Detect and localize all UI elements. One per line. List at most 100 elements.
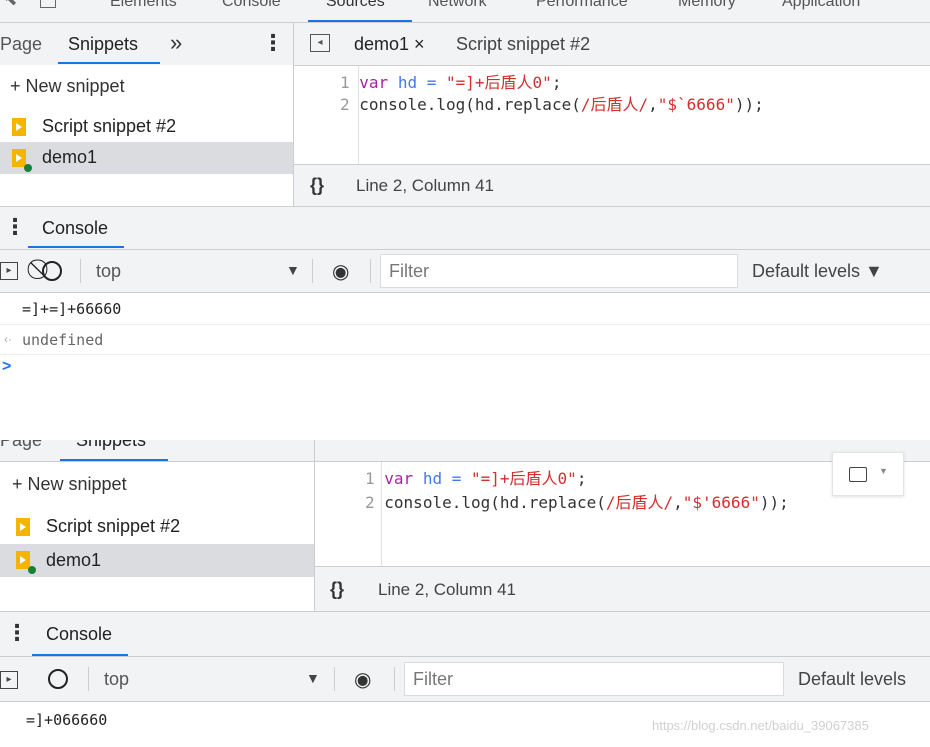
snippet-item-script-snippet-2[interactable]: Script snippet #2	[0, 112, 293, 142]
snippet-file-icon	[12, 149, 26, 167]
navigator-menu-icon[interactable]: ⋮	[262, 30, 284, 56]
divider	[0, 701, 930, 702]
console-return-value: undefined	[22, 331, 104, 349]
drawer-tabbar	[0, 207, 930, 249]
code-text: console.log(hd.replace(	[359, 95, 581, 114]
device-icon[interactable]	[40, 0, 56, 8]
code-editor[interactable]: 1 var hd = "=]+后盾人0"; 2 console.log(hd.r…	[294, 66, 930, 164]
context-selector[interactable]: top	[104, 669, 129, 690]
nav-tab-page[interactable]: Page	[0, 440, 42, 451]
snippet-label: demo1	[46, 550, 102, 570]
snippet-file-icon	[12, 118, 26, 136]
new-snippet-button[interactable]: + New snippet	[12, 474, 127, 495]
pretty-print-icon[interactable]: {}	[330, 579, 344, 600]
editor-tab-demo1[interactable]: demo1 ×	[354, 34, 425, 55]
tab-elements[interactable]: Elements	[110, 0, 177, 11]
console-output-line: =]+=]+66660	[22, 300, 122, 318]
tab-performance[interactable]: Performance	[536, 0, 628, 11]
return-value-icon: ‹·	[4, 332, 12, 346]
line-number: 1	[365, 469, 375, 488]
log-levels-dropdown[interactable]: Default levels	[798, 669, 906, 690]
drawer-tab-console[interactable]: Console	[46, 624, 112, 645]
eye-icon[interactable]: ◉	[332, 259, 349, 284]
new-snippet-button[interactable]: + New snippet	[10, 76, 125, 97]
show-sidebar-icon[interactable]: ▸	[0, 262, 18, 280]
context-selector[interactable]: top	[96, 261, 121, 282]
console-prompt[interactable]: >	[2, 358, 11, 376]
divider	[80, 259, 81, 283]
watermark: https://blog.csdn.net/baidu_39067385	[652, 718, 869, 733]
snippet-label: demo1	[42, 147, 98, 167]
image-icon	[849, 467, 867, 482]
inspect-icon[interactable]: ⬉	[4, 0, 17, 10]
snippet-item-demo1[interactable]: demo1	[0, 544, 314, 577]
punctuation: ,	[648, 95, 658, 114]
pretty-print-icon[interactable]: {}	[310, 175, 324, 196]
clear-console-icon-ring	[42, 261, 62, 281]
string: "=]+后盾人0"	[446, 73, 552, 92]
navigator-header	[0, 23, 293, 65]
code-line-2: 2 console.log(hd.replace(/后盾人/,"$'6666")…	[365, 492, 789, 514]
divider	[0, 354, 930, 355]
string: "$'6666"	[682, 493, 760, 512]
regex: /后盾人/	[605, 493, 674, 512]
snippet-label: Script snippet #2	[42, 116, 177, 136]
editor-tab-script-snippet-2[interactable]: Script snippet #2	[456, 34, 590, 55]
snippet-file-icon	[16, 551, 30, 569]
punctuation: ;	[576, 469, 587, 488]
line-number: 2	[340, 95, 350, 114]
punctuation: ,	[673, 493, 683, 512]
drawer-tab-console[interactable]: Console	[42, 218, 108, 239]
tab-application[interactable]: Application	[782, 0, 860, 11]
filter-placeholder: Filter	[389, 261, 429, 281]
nav-tab-page[interactable]: Page	[0, 34, 42, 55]
tab-network[interactable]: Network	[428, 0, 487, 11]
nav-tab-snippets[interactable]: Snippets	[68, 34, 138, 55]
tab-sources[interactable]: Sources	[326, 0, 385, 11]
filter-placeholder: Filter	[413, 669, 453, 689]
divider	[0, 292, 930, 293]
code-line-1: 1 var hd = "=]+后盾人0";	[365, 468, 586, 490]
show-sidebar-icon[interactable]: ▸	[0, 671, 18, 689]
snippet-label: Script snippet #2	[46, 516, 181, 536]
nav-tab-snippets[interactable]: Snippets	[76, 440, 146, 451]
tab-memory[interactable]: Memory	[678, 0, 736, 11]
cursor-position: Line 2, Column 41	[378, 580, 516, 599]
console-active-indicator	[28, 246, 124, 248]
chevron-down-icon: ▼	[879, 466, 888, 476]
snippets-active-indicator	[58, 62, 160, 64]
line-number: 1	[340, 73, 350, 92]
chevron-down-icon[interactable]: ▼	[286, 262, 300, 278]
snippet-item-demo1[interactable]: demo1	[0, 142, 293, 174]
snippet-item-script-snippet-2[interactable]: Script snippet #2	[0, 512, 314, 542]
line-number: 2	[365, 493, 375, 512]
console-output-line: =]+066660	[26, 711, 108, 729]
identifier: hd	[397, 73, 418, 92]
eye-icon[interactable]: ◉	[354, 667, 371, 692]
identifier: hd	[422, 469, 443, 488]
operator: =	[417, 73, 446, 92]
chevron-down-icon[interactable]: ▼	[306, 670, 320, 686]
divider	[88, 667, 89, 691]
drawer-menu-icon[interactable]: ⋮	[4, 214, 26, 240]
toggle-navigator-icon[interactable]: ◂	[310, 34, 330, 52]
clear-console-icon[interactable]	[48, 669, 68, 689]
divider	[394, 667, 395, 691]
divider	[312, 259, 313, 283]
filter-input[interactable]: Filter	[380, 254, 738, 288]
drawer-tabbar	[0, 612, 930, 656]
divider	[0, 324, 930, 325]
image-menu-button[interactable]: ▼	[832, 452, 904, 496]
running-indicator-icon	[28, 566, 36, 574]
more-tabs-icon[interactable]: »	[170, 30, 182, 56]
filter-input[interactable]: Filter	[404, 662, 784, 696]
keyword: var	[384, 469, 414, 488]
drawer-menu-icon[interactable]: ⋮	[6, 620, 28, 646]
string: "$`6666"	[657, 95, 735, 114]
operator: =	[442, 469, 471, 488]
tab-console[interactable]: Console	[222, 0, 281, 11]
regex: /后盾人/	[580, 95, 649, 114]
log-levels-dropdown[interactable]: Default levels ▼	[752, 261, 883, 282]
divider	[370, 259, 371, 283]
string: "=]+后盾人0"	[471, 469, 577, 488]
